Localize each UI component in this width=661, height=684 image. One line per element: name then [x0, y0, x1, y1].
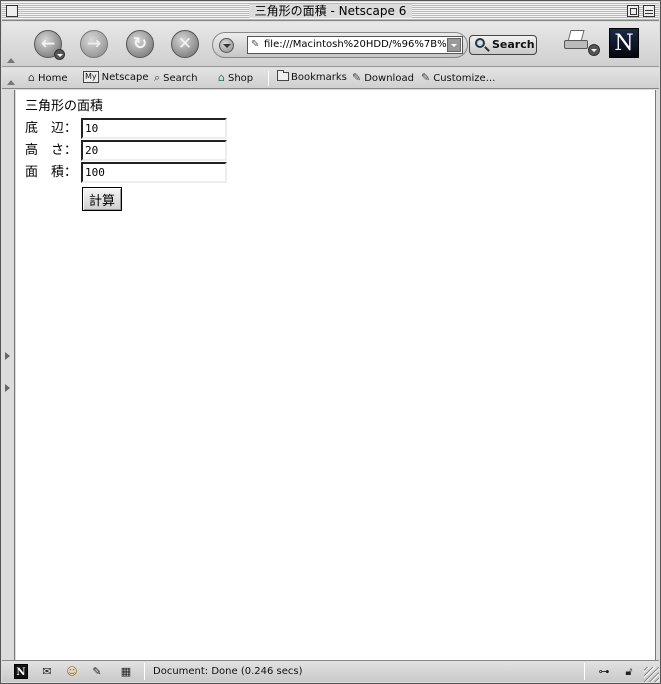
reload-button[interactable]: ↻ [126, 30, 154, 58]
stop-button[interactable]: ✕ [171, 30, 199, 58]
personal-item-netscape[interactable]: My Netscape [83, 70, 149, 86]
collapse-box[interactable] [643, 5, 655, 17]
personal-item-shop[interactable]: ⌂ Shop [218, 70, 253, 86]
status-separator [584, 663, 585, 680]
my-netscape-icon: My [83, 71, 99, 83]
url-history-dropdown-icon[interactable] [219, 38, 234, 53]
base-label: 底 辺： [25, 121, 78, 136]
personal-toolbar: ⌂ Home My Netscape ⌕ Search ⌂ Shop Bookmarks… [2, 68, 659, 89]
magnifier-icon [475, 38, 485, 48]
sidebar-toggle-strip[interactable] [2, 90, 15, 660]
print-dropdown-icon[interactable] [588, 44, 600, 56]
toolbar-grip[interactable] [5, 68, 15, 89]
back-arrow-icon: ← [40, 34, 56, 54]
folder-icon [277, 70, 289, 81]
page-content: 三角形の面積 底 辺： 高 さ： 面 積： 計算 [16, 90, 655, 660]
search-icon: ⌕ [154, 71, 161, 84]
zoom-box[interactable] [627, 5, 639, 17]
print-icon[interactable] [562, 30, 590, 52]
window-title: 三角形の面積 - Netscape 6 [248, 4, 413, 18]
search-button-label: Search [492, 38, 535, 51]
personal-item-download[interactable]: ✎ Download [352, 70, 414, 86]
resize-grip[interactable] [644, 667, 659, 682]
window-right-edge [655, 90, 660, 660]
personal-item-home[interactable]: ⌂ Home [28, 70, 68, 86]
url-field[interactable]: ✎ file:///Macintosh%20HDD/%96%7B% [247, 36, 463, 54]
back-history-dropdown-icon[interactable] [54, 49, 65, 60]
instant-messenger-icon[interactable]: ☺ [66, 664, 78, 679]
toolbar-grip[interactable] [5, 22, 15, 67]
home-icon: ⌂ [28, 71, 35, 84]
composer-icon[interactable]: ✎ [87, 664, 107, 679]
mail-icon[interactable]: ✉ [38, 664, 56, 679]
title-bar[interactable]: 三角形の面積 - Netscape 6 [2, 2, 659, 21]
personal-item-search[interactable]: ⌕ Search [154, 70, 198, 86]
status-bar: N ✉ ☺ ✎ ▦ Document: Done (0.246 secs) ⊶ … [2, 660, 659, 682]
personal-item-bookmarks[interactable]: Bookmarks [277, 70, 347, 86]
netscape-logo[interactable]: N [609, 28, 639, 58]
url-bar: ✎ file:///Macintosh%20HDD/%96%7B% [212, 32, 468, 58]
page-proxy-icon[interactable]: ✎ [251, 37, 259, 53]
online-connection-icon[interactable]: ⊶ [592, 664, 616, 679]
forward-arrow-icon: → [86, 34, 102, 54]
browser-window: 三角形の面積 - Netscape 6 ← → ↻ ✕ ✎ file:///Ma… [0, 0, 661, 684]
navigation-toolbar: ← → ↻ ✕ ✎ file:///Macintosh%20HDD/%96%7B… [2, 22, 659, 67]
height-label: 高 さ： [25, 143, 78, 158]
security-lock-icon[interactable]: 🔓︎ [622, 664, 636, 679]
toolbar-separator [268, 71, 269, 86]
netscape-n-icon[interactable]: N [14, 664, 28, 679]
bookmark-icon: ✎ [421, 71, 431, 84]
search-button[interactable]: Search [469, 35, 537, 55]
area-label: 面 積： [25, 165, 78, 180]
shop-icon: ⌂ [218, 71, 225, 84]
bookmark-icon: ✎ [352, 71, 362, 84]
address-book-icon[interactable]: ▦ [116, 664, 136, 679]
forward-button[interactable]: → [80, 30, 108, 58]
personal-item-customize[interactable]: ✎ Customize... [421, 70, 495, 86]
reload-icon: ↻ [132, 34, 148, 54]
area-input[interactable] [81, 162, 227, 183]
url-text: file:///Macintosh%20HDD/%96%7B% [264, 39, 447, 50]
back-button[interactable]: ← [34, 30, 65, 60]
height-input[interactable] [81, 140, 227, 161]
url-dropdown-icon[interactable] [447, 38, 461, 52]
page-heading: 三角形の面積 [25, 99, 104, 114]
base-input[interactable] [81, 118, 227, 139]
status-text: Document: Done (0.246 secs) [153, 666, 303, 677]
calculate-button[interactable]: 計算 [82, 187, 122, 211]
sidebar-handle-icon[interactable] [5, 352, 11, 392]
status-separator [144, 663, 145, 680]
stop-icon: ✕ [177, 34, 193, 54]
